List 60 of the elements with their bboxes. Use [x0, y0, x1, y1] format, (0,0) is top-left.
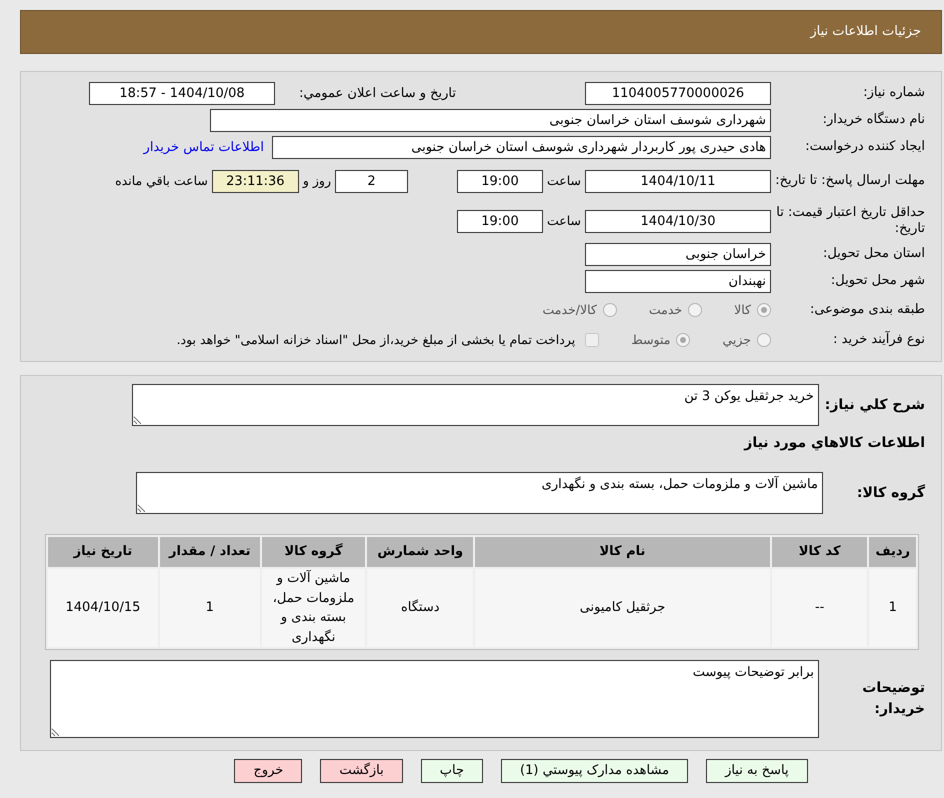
- field-label: ساعت: [546, 212, 581, 230]
- field-label: شرح كلي نياز:: [824, 396, 925, 414]
- option-label: كالا/خدمت: [542, 300, 597, 319]
- table-cell: ماشين آلات و ملزومات حمل، بسته بندی و نگهداری: [262, 569, 366, 647]
- text-area[interactable]: برابر توضيحات پيوست: [50, 660, 819, 738]
- input-field[interactable]: 1404/10/08 - 18:57: [89, 82, 275, 105]
- text-area[interactable]: خريد جرثقيل يوكن 3 تن: [132, 384, 819, 426]
- input-field[interactable]: 1104005770000026: [585, 82, 771, 105]
- action-button[interactable]: چاپ: [420, 759, 483, 783]
- field-label: نوع فرآيند خريد :: [832, 332, 925, 348]
- input-field[interactable]: 19:00: [456, 170, 543, 192]
- column-header: نام كالا: [475, 537, 770, 567]
- field-label: استان محل تحويل:: [822, 246, 925, 263]
- option-label: جزيي: [722, 330, 751, 349]
- column-header: گروه كالا: [262, 537, 366, 567]
- field-label: روز و: [302, 172, 331, 190]
- field-label: مهلت ارسال پاسخ: تا تاريخ:: [775, 172, 925, 190]
- column-header: رديف: [869, 537, 916, 567]
- field-label: شهر محل تحويل:: [830, 273, 925, 290]
- option-label: كالا: [734, 300, 751, 319]
- input-field[interactable]: شهرداری شوسف استان خراسان جنوبی: [210, 109, 771, 132]
- action-button[interactable]: مشاهده مدارک پيوستي (1): [501, 759, 688, 783]
- action-button[interactable]: بازگشت: [320, 759, 403, 783]
- input-field[interactable]: 2: [334, 170, 408, 192]
- input-field[interactable]: نهبندان: [585, 270, 771, 293]
- field-label: ساعت باقي مانده: [115, 172, 208, 190]
- field-label: طبقه بندی موضوعی:: [808, 302, 925, 318]
- field-label: تاريخ و ساعت اعلان عمومي:: [299, 84, 456, 103]
- table-cell: 1: [869, 569, 916, 647]
- table-cell: 1404/10/15: [48, 569, 158, 647]
- action-button[interactable]: پاسخ به نياز: [706, 759, 808, 783]
- field-label: حداقل تاريخ اعتبار قيمت: تا تاريخ:: [775, 204, 925, 238]
- field-label: ايجاد كننده درخواست:: [804, 139, 925, 156]
- input-field[interactable]: 19:00: [456, 210, 543, 232]
- input-field[interactable]: 1404/10/30: [585, 210, 771, 232]
- field-label: ساعت: [546, 172, 581, 190]
- page-title: جزئيات اطلاعات نياز: [810, 23, 921, 42]
- table-cell: جرثقیل کامیونی: [475, 569, 770, 647]
- field-label: شماره نياز:: [862, 85, 925, 102]
- option-label: خدمت: [648, 300, 682, 319]
- text-area[interactable]: ماشين آلات و ملزومات حمل، بسته بندی و نگهداری: [136, 472, 823, 514]
- column-header: تاريخ نياز: [48, 537, 158, 567]
- table-cell: دستگاه: [367, 569, 474, 647]
- action-button[interactable]: خروج: [234, 759, 302, 783]
- input-field[interactable]: هادی حیدری پور کاربردار شهرداری شوسف استان خراسان جنوبی: [272, 136, 771, 159]
- column-header: واحد شمارش: [367, 537, 474, 567]
- field-label: نام دستگاه خريدار:: [822, 112, 925, 129]
- column-header: تعداد / مقدار: [160, 537, 260, 567]
- table-cell: 1: [160, 569, 260, 647]
- contact-link[interactable]: اطلاعات تماس خريدار: [144, 138, 264, 158]
- table-cell: --: [772, 569, 868, 647]
- input-field[interactable]: 1404/10/11: [585, 170, 771, 192]
- option-label: متوسط: [631, 330, 670, 349]
- input-field[interactable]: 23:11:36: [212, 170, 299, 192]
- field-label: گروه كالا:: [856, 483, 925, 502]
- column-header: كد كالا: [772, 537, 868, 567]
- payment-note: پرداخت تمام يا بخشی از مبلغ خريد،از محل "اسناد خزانه اسلامی" خواهد بود.: [176, 330, 576, 349]
- section-heading: اطلاعات كالاهاي مورد نياز: [744, 434, 925, 452]
- input-field[interactable]: خراسان جنوبی: [585, 243, 771, 266]
- field-label: توضيحات خريدار:: [861, 679, 925, 719]
